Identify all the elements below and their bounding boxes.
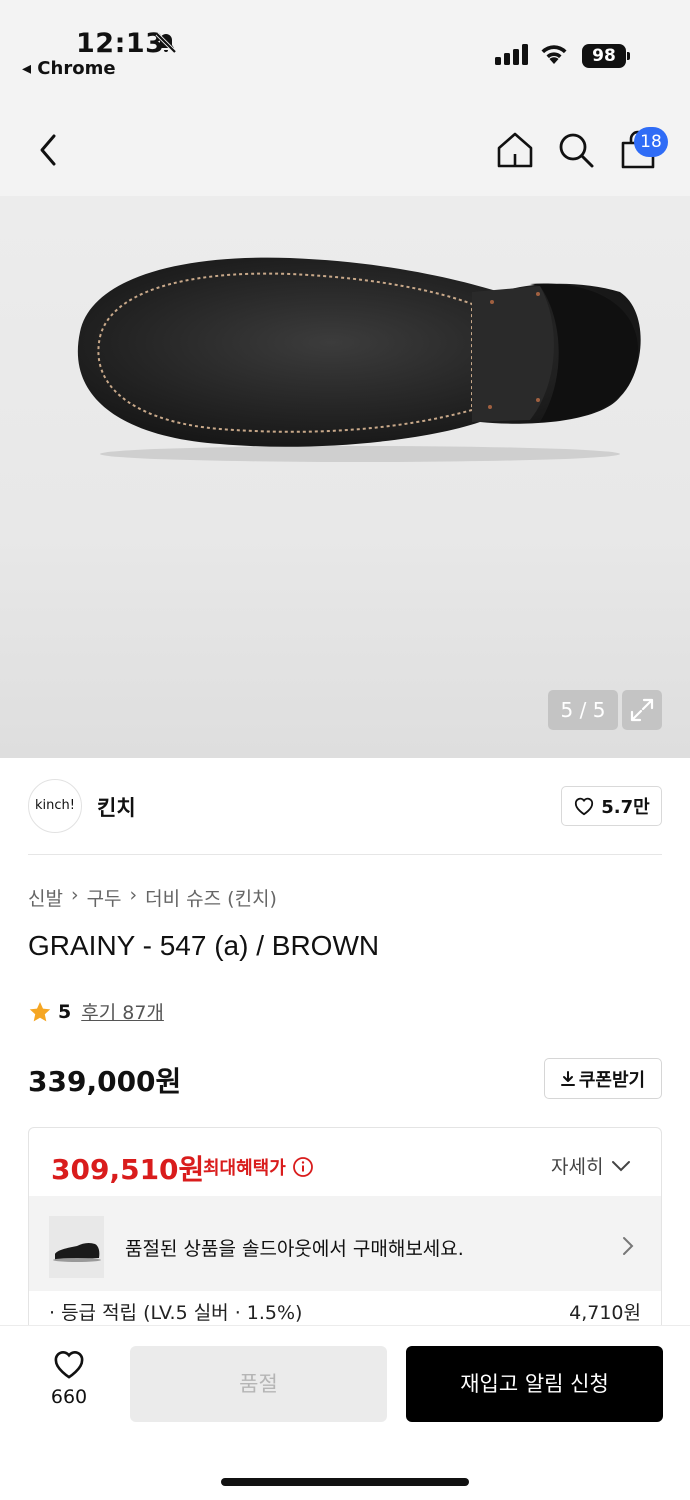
status-time: 12:13	[76, 28, 165, 59]
max-benefit-panel: 309,510원 최대혜택가 자세히 품절된 상품을 솔드아웃에서 구매해보세요…	[28, 1127, 662, 1337]
coupon-button[interactable]: 쿠폰받기	[544, 1058, 662, 1099]
breadcrumb-chevron-icon: ›	[70, 884, 79, 906]
max-benefit-label: 최대혜택가	[203, 1154, 314, 1180]
wishlist-count: 660	[50, 1386, 88, 1408]
heart-icon	[54, 1351, 84, 1379]
search-icon[interactable]	[556, 130, 596, 170]
point-reward-row: · 등급 적립 (LV.5 실버 · 1.5%) 4,710원	[49, 1298, 641, 1325]
restock-alert-button[interactable]: 재입고 알림 신청	[406, 1346, 663, 1422]
breadcrumb-item[interactable]: 신발	[28, 884, 63, 911]
product-image-gallery[interactable]: 5 / 5	[0, 196, 690, 758]
chevron-down-icon	[612, 1160, 631, 1171]
brand-like-count: 5.7만	[601, 797, 650, 818]
detail-label: 자세히	[551, 1156, 604, 1178]
max-benefit-label-text: 최대혜택가	[203, 1158, 286, 1179]
breadcrumb-chevron-icon: ›	[129, 884, 138, 906]
chevron-right-icon	[623, 1237, 634, 1255]
cart-count-badge: 18	[634, 127, 668, 157]
back-to-chrome-link[interactable]: ◂ Chrome	[22, 58, 116, 79]
brand-logo[interactable]: kinch!	[28, 779, 82, 833]
product-rating: 5 후기 87개	[28, 998, 164, 1025]
bell-slash-icon	[155, 32, 177, 54]
reviews-link[interactable]: 후기 87개	[81, 998, 164, 1025]
wishlist-button[interactable]: 660	[38, 1348, 100, 1408]
rating-score: 5	[58, 1000, 72, 1023]
home-icon[interactable]	[495, 130, 535, 170]
product-price: 339,000원	[28, 1065, 182, 1098]
info-icon[interactable]	[292, 1156, 314, 1178]
breadcrumb-item[interactable]: 구두	[87, 884, 122, 911]
top-nav	[0, 100, 690, 196]
soldout-button: 품절	[130, 1346, 387, 1422]
star-icon	[29, 1001, 51, 1021]
breadcrumb: 신발 › 구두 › 더비 슈즈 (킨치)	[28, 884, 277, 911]
point-reward-label: · 등급 적립 (LV.5 실버 · 1.5%)	[49, 1302, 303, 1324]
heart-icon	[575, 797, 594, 816]
brand-like-button[interactable]: 5.7만	[561, 786, 662, 826]
battery-icon: 98	[582, 44, 626, 68]
expand-icon	[630, 698, 654, 722]
divider	[28, 854, 662, 855]
image-counter: 5 / 5	[548, 690, 618, 730]
expand-button[interactable]	[622, 690, 662, 730]
detail-toggle[interactable]: 자세히	[551, 1152, 631, 1179]
coupon-label: 쿠폰받기	[578, 1069, 646, 1091]
wifi-icon	[541, 45, 567, 64]
soldout-promo-text: 품절된 상품을 솔드아웃에서 구매해보세요.	[125, 1238, 464, 1260]
point-reward-value: 4,710원	[569, 1302, 641, 1324]
product-title: GRAINY - 547 (a) / BROWN	[28, 930, 380, 961]
battery-tip	[627, 52, 630, 60]
max-benefit-price: 309,510원	[51, 1153, 205, 1186]
soldout-promo-banner[interactable]: 품절된 상품을 솔드아웃에서 구매해보세요.	[29, 1196, 661, 1291]
status-bar: 12:13 ◂ Chrome 98	[0, 0, 690, 100]
home-indicator	[221, 1478, 469, 1486]
back-chevron-icon[interactable]	[34, 132, 62, 168]
breadcrumb-item[interactable]: 더비 슈즈 (킨치)	[145, 884, 277, 911]
bottom-action-bar: 660 품절 재입고 알림 신청	[0, 1325, 690, 1500]
download-icon	[560, 1070, 575, 1086]
signal-icon	[495, 44, 528, 65]
soldout-product-thumbnail	[49, 1216, 104, 1278]
brand-name[interactable]: 킨치	[97, 792, 136, 822]
product-image-shoe-sole	[77, 257, 641, 462]
